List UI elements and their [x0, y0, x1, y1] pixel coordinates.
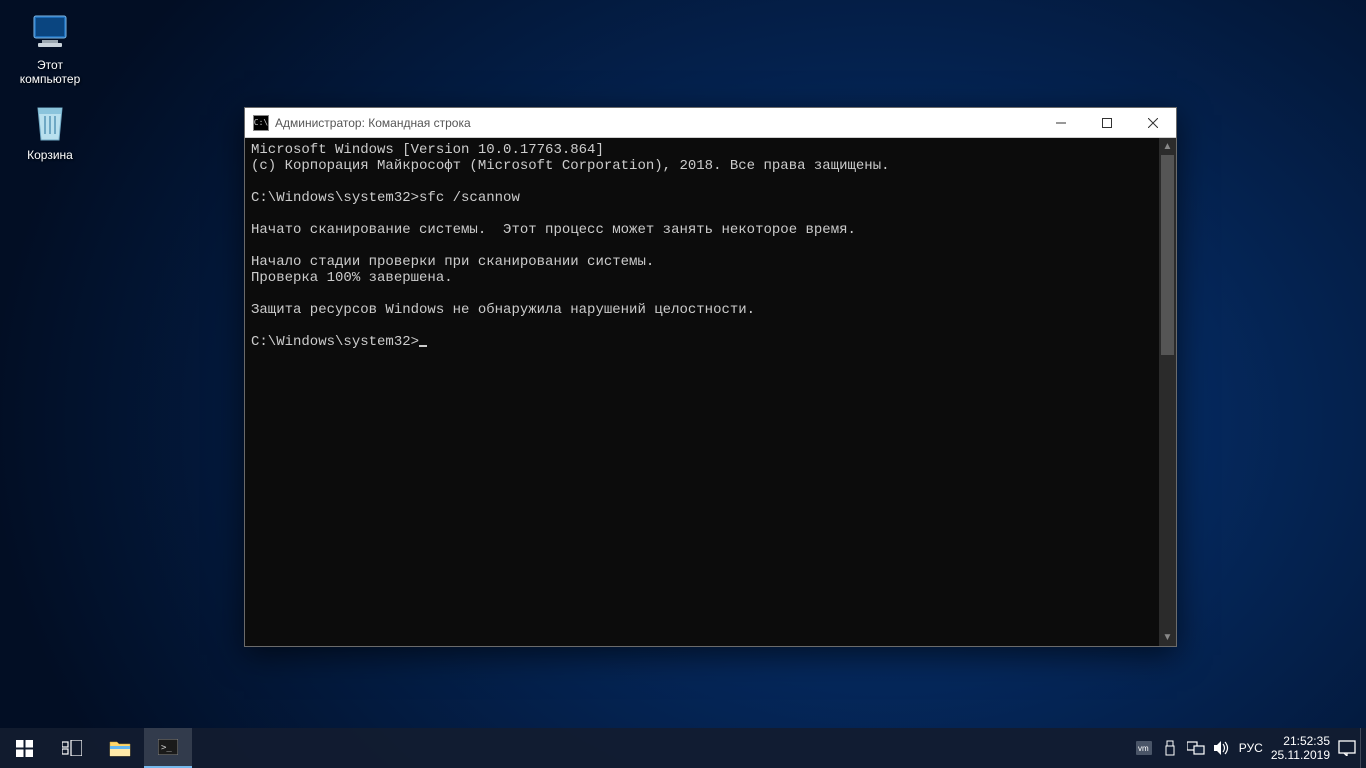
- tray-network-icon[interactable]: [1183, 728, 1209, 768]
- scrollbar[interactable]: ▲ ▼: [1159, 138, 1176, 646]
- titlebar[interactable]: C:\ Администратор: Командная строка: [245, 108, 1176, 138]
- tray-volume-icon[interactable]: [1209, 728, 1235, 768]
- tray-clock[interactable]: 21:52:35 25.11.2019: [1267, 728, 1334, 768]
- close-button[interactable]: [1130, 108, 1176, 138]
- window-title: Администратор: Командная строка: [275, 116, 1038, 130]
- start-button[interactable]: [0, 728, 48, 768]
- scroll-up-icon[interactable]: ▲: [1159, 138, 1176, 155]
- maximize-button[interactable]: [1084, 108, 1130, 138]
- console-output[interactable]: Microsoft Windows [Version 10.0.17763.86…: [245, 138, 1159, 646]
- desktop-icon-this-pc[interactable]: Этот компьютер: [12, 10, 88, 86]
- taskbar-file-explorer[interactable]: [96, 728, 144, 768]
- desktop-icon-label: Корзина: [12, 148, 88, 162]
- tray-usb-icon[interactable]: [1157, 728, 1183, 768]
- svg-text:vm: vm: [1138, 744, 1149, 753]
- tray-notifications-icon[interactable]: [1334, 728, 1360, 768]
- desktop-icon-label: Этот компьютер: [12, 58, 88, 86]
- cmd-window: C:\ Администратор: Командная строка Micr…: [244, 107, 1177, 647]
- scroll-thumb[interactable]: [1161, 155, 1174, 355]
- tray-vm-icon[interactable]: vm: [1131, 728, 1157, 768]
- show-desktop-button[interactable]: [1360, 728, 1366, 768]
- taskbar: >_ vm РУС 21:52:35 25.11.2019: [0, 728, 1366, 768]
- task-view-button[interactable]: [48, 728, 96, 768]
- clock-date: 25.11.2019: [1271, 748, 1330, 762]
- recycle-bin-icon: [28, 100, 72, 144]
- system-tray: vm РУС 21:52:35 25.11.2019: [1131, 728, 1366, 768]
- minimize-button[interactable]: [1038, 108, 1084, 138]
- desktop-icon-recycle-bin[interactable]: Корзина: [12, 100, 88, 162]
- clock-time: 21:52:35: [1271, 734, 1330, 748]
- tray-language[interactable]: РУС: [1235, 728, 1267, 768]
- cmd-icon: C:\: [253, 115, 269, 131]
- this-pc-icon: [28, 10, 72, 54]
- language-label: РУС: [1239, 741, 1263, 755]
- scroll-down-icon[interactable]: ▼: [1159, 629, 1176, 646]
- svg-text:>_: >_: [161, 743, 172, 753]
- taskbar-cmd[interactable]: >_: [144, 728, 192, 768]
